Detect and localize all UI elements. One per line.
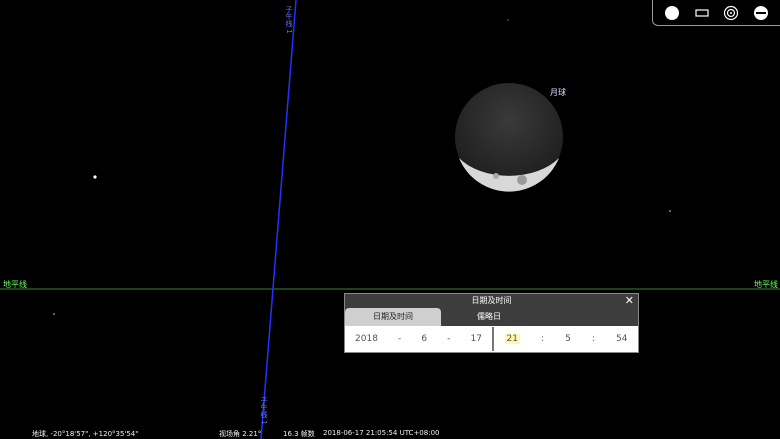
time-separator: :	[591, 334, 595, 344]
meridian-line	[260, 0, 297, 439]
view-toolbar	[652, 0, 780, 26]
month-field[interactable]: 6	[421, 334, 427, 344]
minute-field[interactable]: 5	[565, 334, 571, 344]
day-field[interactable]: 17	[470, 334, 481, 344]
date-fields: 2018 - 6 - 17	[345, 326, 492, 352]
star[interactable]	[53, 313, 55, 315]
dialog-body: 2018 - 6 - 17 21 : 5 : 54	[345, 326, 638, 352]
fps-readout: 16.3 帧数	[283, 430, 315, 438]
time-fields: 21 : 5 : 54	[494, 326, 638, 352]
star[interactable]	[669, 210, 671, 212]
fov-readout: 视场角 2.21°	[219, 430, 262, 438]
hour-field[interactable]: 21	[504, 334, 520, 344]
moon-label: 月球	[550, 88, 566, 97]
star[interactable]	[93, 175, 97, 179]
minus-circle-icon[interactable]	[751, 3, 771, 23]
datetime-readout: 2018-06-17 21:05:54 UTC+08:00	[323, 429, 440, 437]
tab-date-time[interactable]: 日期及时间	[345, 308, 441, 326]
second-field[interactable]: 54	[616, 334, 627, 344]
date-separator: -	[398, 334, 402, 344]
meridian-label-bottom: 子午线 1	[260, 397, 268, 425]
tab-julian-day[interactable]: 儒略日	[441, 308, 537, 326]
horizon-label-right: 地平线	[754, 280, 778, 289]
date-separator: -	[447, 334, 451, 344]
dialog-title: 日期及时间	[471, 296, 512, 305]
target-icon[interactable]	[721, 3, 741, 23]
moon[interactable]	[455, 83, 563, 192]
sky-view[interactable]	[0, 0, 780, 439]
window-icon[interactable]	[692, 3, 712, 23]
year-field[interactable]: 2018	[355, 334, 378, 344]
star[interactable]	[507, 19, 509, 21]
dialog-title-bar[interactable]: 日期及时间 ✕	[345, 294, 638, 308]
dialog-tabs: 日期及时间 儒略日	[345, 308, 638, 326]
time-separator: :	[541, 334, 545, 344]
moon-phase-icon[interactable]	[662, 3, 682, 23]
close-icon[interactable]: ✕	[625, 294, 634, 308]
horizon-label-left: 地平线	[3, 280, 27, 289]
location-readout: 地球, -20°18'57", +120°35'54"	[32, 430, 139, 438]
date-time-dialog: 日期及时间 ✕ 日期及时间 儒略日 2018 - 6 - 17 21 : 5 :…	[344, 293, 639, 353]
meridian-label-top: 子午线 1	[285, 6, 293, 34]
status-bar: 地球, -20°18'57", +120°35'54" 视场角 2.21° 16…	[0, 428, 780, 439]
